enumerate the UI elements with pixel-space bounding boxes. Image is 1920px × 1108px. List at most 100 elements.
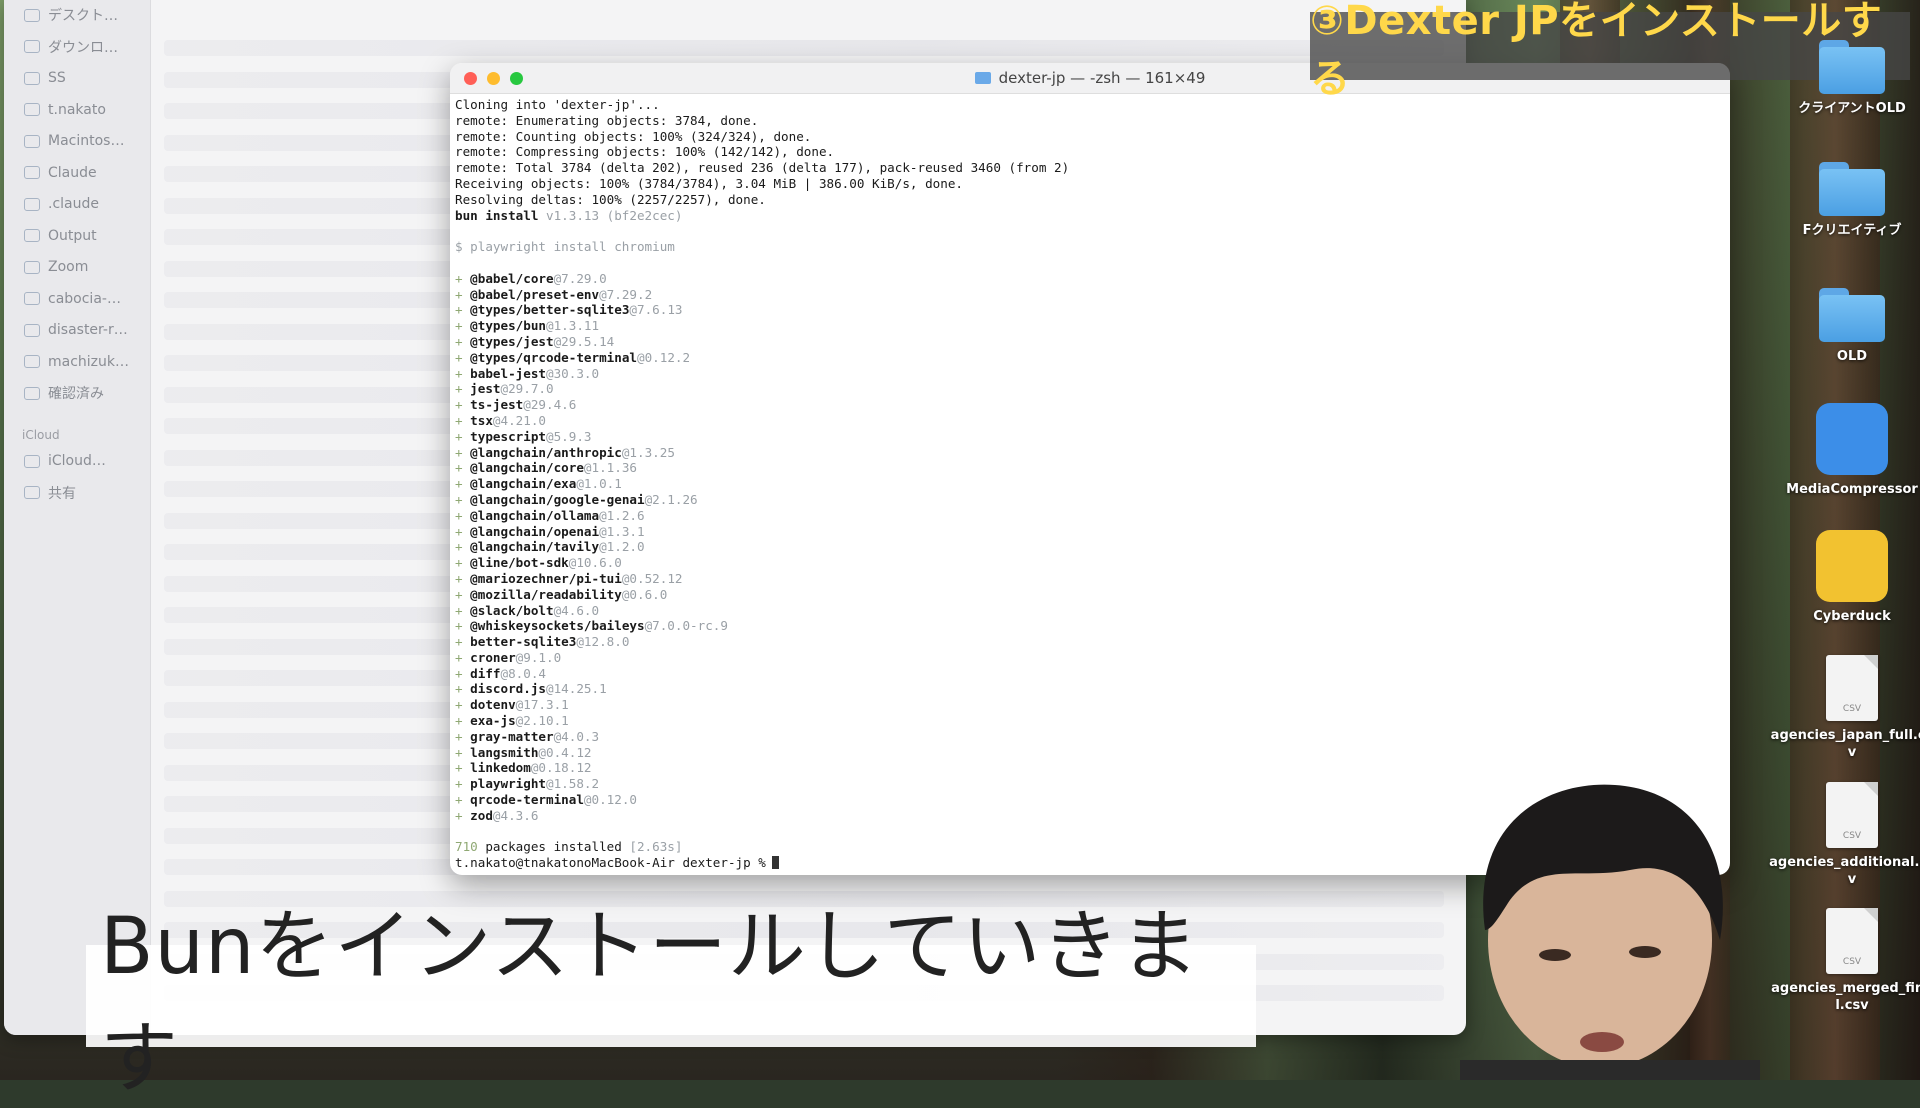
presenter-shirt <box>1460 1060 1760 1080</box>
package-name: @types/better-sqlite3 <box>470 302 630 318</box>
package-line: + @mariozechner/pi-tui@0.52.12 <box>455 571 1725 587</box>
desktop-icon <box>24 8 40 22</box>
package-version: @5.9.3 <box>546 428 592 444</box>
terminal-text: remote: Counting objects: 100% (324/324)… <box>455 128 812 144</box>
package-name: @types/qrcode-terminal <box>470 349 637 365</box>
subtitle-text: Bunをインストールしていきます <box>100 902 1200 1104</box>
plus-icon: + <box>455 444 471 460</box>
desktop-icon-app[interactable]: Cyberduck <box>1767 530 1920 625</box>
sidebar-item[interactable]: Zoom <box>24 256 88 278</box>
package-line: + @mozilla/readability@0.6.0 <box>455 587 1725 603</box>
package-version: @1.2.6 <box>599 507 645 523</box>
zoom-window-button[interactable] <box>510 72 523 85</box>
plus-icon: + <box>455 776 471 792</box>
shared-folder-icon <box>24 486 40 499</box>
package-version: @4.21.0 <box>492 412 546 428</box>
package-name: @types/jest <box>470 333 554 349</box>
package-name: better-sqlite3 <box>470 634 577 650</box>
presenter-webcam <box>1460 784 1760 1080</box>
package-name: gray-matter <box>470 728 554 744</box>
plus-icon: + <box>455 760 471 776</box>
package-version: @4.6.0 <box>553 602 600 618</box>
sidebar-item[interactable]: iCloud… <box>24 450 106 472</box>
folder-icon <box>1819 288 1885 342</box>
package-version: @0.18.12 <box>530 760 592 776</box>
desktop-icon-label: OLD <box>1836 349 1868 364</box>
desktop-icon-csv[interactable]: CSV agencies_japan_full.csv <box>1767 655 1920 761</box>
terminal-text: remote: Enumerating objects: 3784, done. <box>455 112 759 128</box>
text-cursor[interactable] <box>771 856 779 870</box>
package-name: @langchain/openai <box>470 523 600 539</box>
package-version: @0.4.12 <box>538 744 592 760</box>
sidebar-item[interactable]: SS <box>24 67 66 89</box>
package-line: + @whiskeysockets/baileys@7.0.0-rc.9 <box>455 618 1725 634</box>
package-line: + @langchain/exa@1.0.1 <box>455 476 1725 492</box>
package-version: @7.29.2 <box>599 286 653 302</box>
desktop-icon-label: Cyberduck <box>1813 609 1891 624</box>
sidebar-section-icloud: iCloud <box>22 428 60 442</box>
package-line: + @slack/bolt@4.6.0 <box>455 603 1725 619</box>
desktop-icon-folder[interactable]: OLD <box>1767 288 1920 365</box>
plus-icon: + <box>455 476 471 492</box>
sidebar-item-label: machizuk… <box>48 353 130 370</box>
package-name: @langchain/core <box>470 460 584 476</box>
minimize-window-button[interactable] <box>487 72 500 85</box>
package-version: @1.3.1 <box>599 523 645 539</box>
package-line: + @langchain/tavily@1.2.0 <box>455 539 1725 555</box>
package-name: ts-jest <box>470 397 524 413</box>
package-version: @17.3.1 <box>515 697 569 713</box>
plus-icon: + <box>455 460 471 476</box>
package-line: + @types/bun@1.3.11 <box>455 318 1725 334</box>
plus-icon: + <box>455 555 471 571</box>
plus-icon: + <box>455 792 471 808</box>
desktop-icon-app[interactable]: MediaCompressor <box>1767 403 1920 498</box>
sidebar-item[interactable]: disaster-r… <box>24 319 128 341</box>
sidebar-item[interactable]: 確認済み <box>24 382 104 404</box>
folder-icon <box>24 292 40 305</box>
sidebar-item[interactable]: t.nakato <box>24 99 106 121</box>
package-version: @14.25.1 <box>546 681 607 697</box>
package-version: @1.0.1 <box>576 476 622 492</box>
desktop-icon-folder[interactable]: Fクリエイティブ <box>1767 162 1920 239</box>
sidebar-item[interactable]: .claude <box>24 193 99 215</box>
terminal-dim-text: $ playwright install chromium <box>455 239 675 255</box>
plus-icon: + <box>455 728 471 744</box>
plus-icon: + <box>455 349 471 365</box>
sidebar-item-label: 確認済み <box>48 386 104 402</box>
desktop-icon-csv[interactable]: CSV agencies_additional.csv <box>1767 782 1920 888</box>
desktop-icon-folder[interactable]: クライアントOLD <box>1767 40 1920 117</box>
sidebar-item[interactable]: デスクト… <box>24 4 118 26</box>
desktop-icon-csv[interactable]: CSV agencies_merged_final.csv <box>1767 908 1920 1014</box>
sidebar-item[interactable]: Claude <box>24 162 97 184</box>
terminal-line: $ playwright install chromium <box>455 239 1725 255</box>
plus-icon: + <box>455 412 471 428</box>
sidebar-item[interactable]: Macintos… <box>24 130 124 152</box>
package-line: + @langchain/openai@1.3.1 <box>455 524 1725 540</box>
sidebar-item[interactable]: 共有 <box>24 482 76 504</box>
folder-icon <box>24 355 40 368</box>
package-line: + exa-js@2.10.1 <box>455 713 1725 729</box>
terminal-output[interactable]: Cloning into 'dexter-jp'... remote: Enume… <box>455 97 1725 875</box>
shell-prompt: t.nakato@tnakatonoMacBook-Air dexter-jp … <box>455 855 766 871</box>
package-name: @babel/core <box>470 270 554 286</box>
package-name: @langchain/ollama <box>470 507 600 523</box>
sidebar-item[interactable]: machizuk… <box>24 351 129 373</box>
plus-icon: + <box>455 665 471 681</box>
package-version: @10.6.0 <box>568 555 622 571</box>
plus-icon: + <box>455 602 471 618</box>
close-window-button[interactable] <box>464 72 477 85</box>
sidebar-item-label: 共有 <box>48 485 76 502</box>
sidebar-item[interactable]: ダウンロ… <box>24 36 118 58</box>
package-name: @line/bot-sdk <box>470 555 569 571</box>
sidebar-item[interactable]: Output <box>24 225 97 247</box>
folder-icon <box>24 260 40 274</box>
plus-icon: + <box>455 807 471 823</box>
csv-file-icon: CSV <box>1826 655 1878 721</box>
sidebar-item-label: t.nakato <box>48 101 106 118</box>
terminal-window[interactable]: dexter-jp — -zsh — 161×49 Cloning into '… <box>450 63 1730 875</box>
package-name: @langchain/tavily <box>470 539 600 555</box>
package-name: typescript <box>470 428 546 444</box>
package-name: zod <box>470 807 493 823</box>
sidebar-item[interactable]: cabocia-… <box>24 288 121 310</box>
package-version: @2.10.1 <box>515 713 569 729</box>
